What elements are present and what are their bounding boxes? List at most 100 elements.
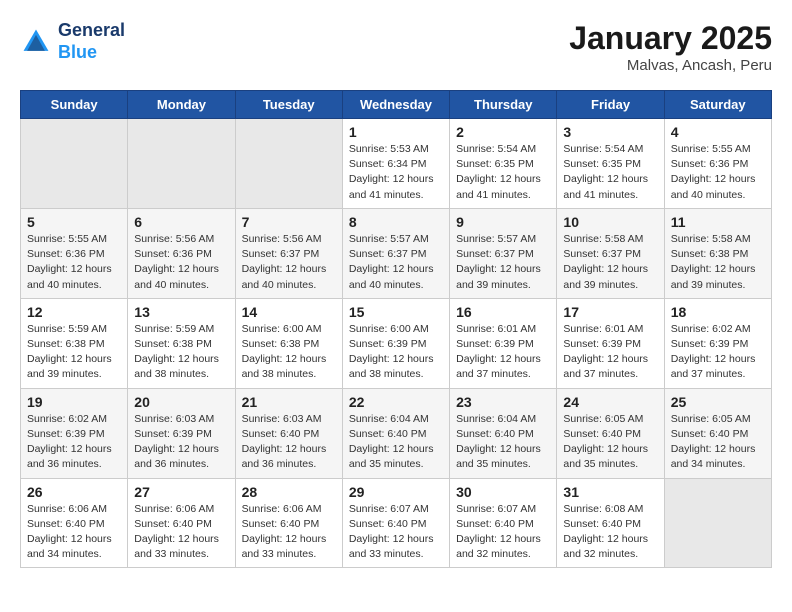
day-number: 11 (671, 214, 766, 230)
day-number: 10 (563, 214, 658, 230)
day-info: Sunrise: 6:05 AM Sunset: 6:40 PM Dayligh… (563, 412, 658, 473)
page-container: General Blue January 2025 Malvas, Ancash… (0, 0, 792, 588)
weekday-header-row: SundayMondayTuesdayWednesdayThursdayFrid… (21, 91, 772, 119)
day-info: Sunrise: 6:06 AM Sunset: 6:40 PM Dayligh… (27, 502, 122, 563)
day-number: 7 (242, 214, 337, 230)
weekday-header-wednesday: Wednesday (342, 91, 449, 119)
day-info: Sunrise: 5:53 AM Sunset: 6:34 PM Dayligh… (349, 142, 444, 203)
day-cell: 21Sunrise: 6:03 AM Sunset: 6:40 PM Dayli… (235, 388, 342, 478)
day-info: Sunrise: 6:01 AM Sunset: 6:39 PM Dayligh… (456, 322, 551, 383)
day-info: Sunrise: 6:06 AM Sunset: 6:40 PM Dayligh… (134, 502, 229, 563)
weekday-header-friday: Friday (557, 91, 664, 119)
day-info: Sunrise: 5:54 AM Sunset: 6:35 PM Dayligh… (456, 142, 551, 203)
weekday-header-sunday: Sunday (21, 91, 128, 119)
day-info: Sunrise: 6:02 AM Sunset: 6:39 PM Dayligh… (27, 412, 122, 473)
day-cell: 20 Sunrise: 6:03 AM Sunset: 6:39 PM Dayli… (128, 388, 235, 478)
day-cell: 30Sunrise: 6:07 AM Sunset: 6:40 PM Dayli… (450, 478, 557, 568)
day-number: 2 (456, 124, 551, 140)
day-cell: 23Sunrise: 6:04 AM Sunset: 6:40 PM Dayli… (450, 388, 557, 478)
day-cell: 26 Sunrise: 6:06 AM Sunset: 6:40 PM Dayli… (21, 478, 128, 568)
day-number: 22 (349, 394, 444, 410)
day-number: 20 (134, 394, 229, 410)
day-cell: 24Sunrise: 6:05 AM Sunset: 6:40 PM Dayli… (557, 388, 664, 478)
day-cell: 2 Sunrise: 5:54 AM Sunset: 6:35 PM Daylig… (450, 119, 557, 209)
day-cell: 31 Sunrise: 6:08 AM Sunset: 6:40 PM Dayli… (557, 478, 664, 568)
day-info: Sunrise: 5:58 AM Sunset: 6:38 PM Dayligh… (671, 232, 766, 293)
weekday-header-tuesday: Tuesday (235, 91, 342, 119)
day-cell (235, 119, 342, 209)
day-number: 21 (242, 394, 337, 410)
day-cell (21, 119, 128, 209)
day-info: Sunrise: 5:57 AM Sunset: 6:37 PM Dayligh… (456, 232, 551, 293)
day-cell: 25Sunrise: 6:05 AM Sunset: 6:40 PM Dayli… (664, 388, 771, 478)
week-row-5: 26 Sunrise: 6:06 AM Sunset: 6:40 PM Dayli… (21, 478, 772, 568)
week-row-1: 1 Sunrise: 5:53 AM Sunset: 6:34 PM Daylig… (21, 119, 772, 209)
day-cell: 10 Sunrise: 5:58 AM Sunset: 6:37 PM Dayli… (557, 208, 664, 298)
day-info: Sunrise: 6:08 AM Sunset: 6:40 PM Dayligh… (563, 502, 658, 563)
day-number: 19 (27, 394, 122, 410)
day-cell: 29 Sunrise: 6:07 AM Sunset: 6:40 PM Dayli… (342, 478, 449, 568)
day-number: 28 (242, 484, 337, 500)
day-cell: 27 Sunrise: 6:06 AM Sunset: 6:40 PM Dayli… (128, 478, 235, 568)
weekday-header-monday: Monday (128, 91, 235, 119)
day-cell: 12Sunrise: 5:59 AM Sunset: 6:38 PM Dayli… (21, 298, 128, 388)
day-info: Sunrise: 5:56 AM Sunset: 6:37 PM Dayligh… (242, 232, 337, 293)
day-info: Sunrise: 6:04 AM Sunset: 6:40 PM Dayligh… (349, 412, 444, 473)
day-info: Sunrise: 5:54 AM Sunset: 6:35 PM Dayligh… (563, 142, 658, 203)
day-info: Sunrise: 5:57 AM Sunset: 6:37 PM Dayligh… (349, 232, 444, 293)
day-info: Sunrise: 6:07 AM Sunset: 6:40 PM Dayligh… (349, 502, 444, 563)
day-number: 26 (27, 484, 122, 500)
day-cell: 19 Sunrise: 6:02 AM Sunset: 6:39 PM Dayli… (21, 388, 128, 478)
day-number: 27 (134, 484, 229, 500)
weekday-header-saturday: Saturday (664, 91, 771, 119)
day-cell (664, 478, 771, 568)
day-cell: 11 Sunrise: 5:58 AM Sunset: 6:38 PM Dayli… (664, 208, 771, 298)
day-info: Sunrise: 6:06 AM Sunset: 6:40 PM Dayligh… (242, 502, 337, 563)
day-info: Sunrise: 6:00 AM Sunset: 6:38 PM Dayligh… (242, 322, 337, 383)
title-block: January 2025 Malvas, Ancash, Peru (569, 20, 772, 74)
day-cell: 5Sunrise: 5:55 AM Sunset: 6:36 PM Daylig… (21, 208, 128, 298)
day-info: Sunrise: 6:07 AM Sunset: 6:40 PM Dayligh… (456, 502, 551, 563)
header: General Blue January 2025 Malvas, Ancash… (20, 20, 772, 74)
day-number: 18 (671, 304, 766, 320)
day-info: Sunrise: 5:56 AM Sunset: 6:36 PM Dayligh… (134, 232, 229, 293)
day-number: 14 (242, 304, 337, 320)
day-number: 25 (671, 394, 766, 410)
day-cell: 18Sunrise: 6:02 AM Sunset: 6:39 PM Dayli… (664, 298, 771, 388)
week-row-4: 19 Sunrise: 6:02 AM Sunset: 6:39 PM Dayli… (21, 388, 772, 478)
day-cell: 1 Sunrise: 5:53 AM Sunset: 6:34 PM Daylig… (342, 119, 449, 209)
day-cell (128, 119, 235, 209)
day-info: Sunrise: 6:00 AM Sunset: 6:39 PM Dayligh… (349, 322, 444, 383)
day-cell: 8 Sunrise: 5:57 AM Sunset: 6:37 PM Daylig… (342, 208, 449, 298)
day-cell: 22 Sunrise: 6:04 AM Sunset: 6:40 PM Dayli… (342, 388, 449, 478)
day-number: 31 (563, 484, 658, 500)
day-info: Sunrise: 5:59 AM Sunset: 6:38 PM Dayligh… (27, 322, 122, 383)
day-info: Sunrise: 5:55 AM Sunset: 6:36 PM Dayligh… (671, 142, 766, 203)
day-number: 6 (134, 214, 229, 230)
day-info: Sunrise: 6:01 AM Sunset: 6:39 PM Dayligh… (563, 322, 658, 383)
logo: General Blue (20, 20, 125, 63)
day-number: 29 (349, 484, 444, 500)
day-info: Sunrise: 6:03 AM Sunset: 6:39 PM Dayligh… (134, 412, 229, 473)
day-number: 9 (456, 214, 551, 230)
day-number: 5 (27, 214, 122, 230)
calendar-table: SundayMondayTuesdayWednesdayThursdayFrid… (20, 90, 772, 568)
day-number: 23 (456, 394, 551, 410)
calendar-subtitle: Malvas, Ancash, Peru (569, 57, 772, 74)
day-cell: 16 Sunrise: 6:01 AM Sunset: 6:39 PM Dayli… (450, 298, 557, 388)
calendar-title: January 2025 (569, 20, 772, 57)
day-cell: 7 Sunrise: 5:56 AM Sunset: 6:37 PM Daylig… (235, 208, 342, 298)
day-cell: 17Sunrise: 6:01 AM Sunset: 6:39 PM Dayli… (557, 298, 664, 388)
day-number: 8 (349, 214, 444, 230)
week-row-3: 12Sunrise: 5:59 AM Sunset: 6:38 PM Dayli… (21, 298, 772, 388)
day-number: 15 (349, 304, 444, 320)
weekday-header-thursday: Thursday (450, 91, 557, 119)
day-cell: 9 Sunrise: 5:57 AM Sunset: 6:37 PM Daylig… (450, 208, 557, 298)
logo-icon (20, 26, 52, 58)
day-cell: 15 Sunrise: 6:00 AM Sunset: 6:39 PM Dayli… (342, 298, 449, 388)
day-info: Sunrise: 5:58 AM Sunset: 6:37 PM Dayligh… (563, 232, 658, 293)
day-number: 1 (349, 124, 444, 140)
day-number: 16 (456, 304, 551, 320)
day-number: 4 (671, 124, 766, 140)
day-cell: 28 Sunrise: 6:06 AM Sunset: 6:40 PM Dayli… (235, 478, 342, 568)
